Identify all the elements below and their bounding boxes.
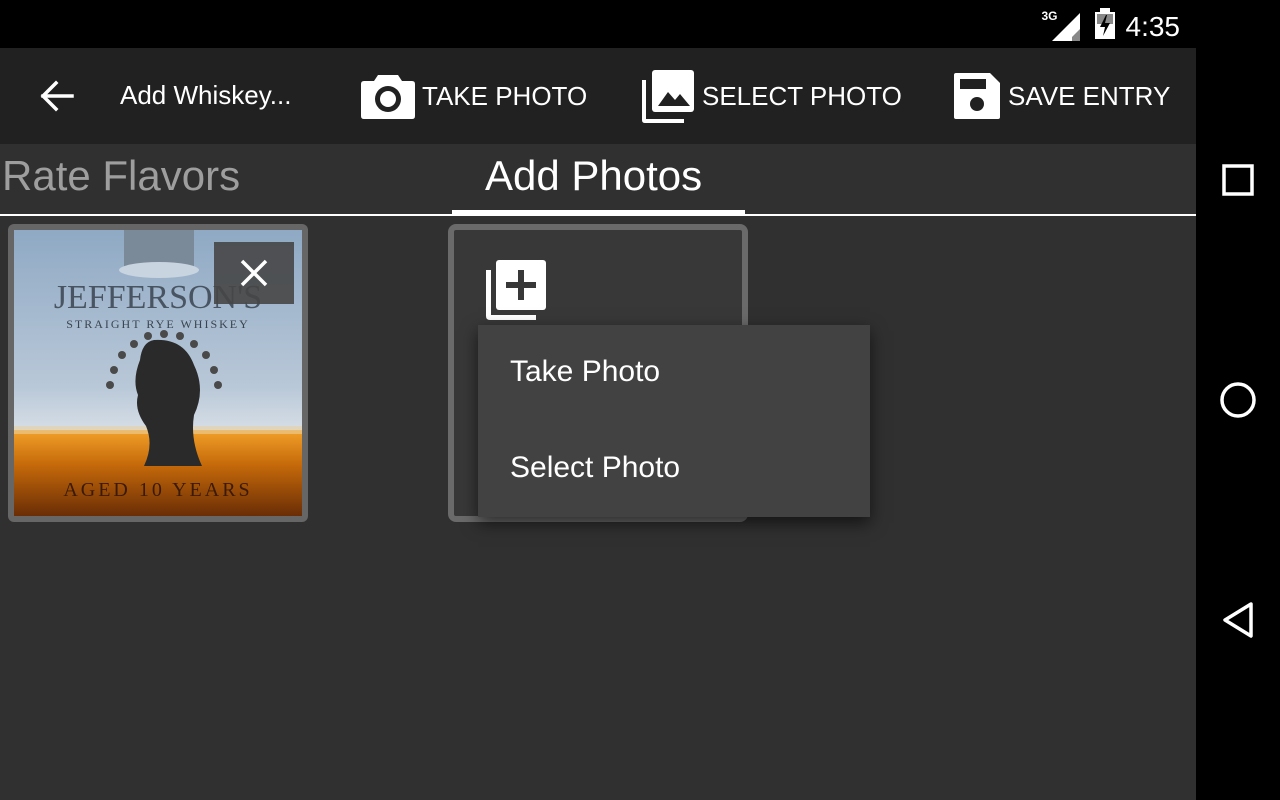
- back-nav-button[interactable]: [1216, 598, 1260, 642]
- circle-icon: [1220, 382, 1256, 418]
- toolbar: Add Whiskey... TAKE PHOTO SELECT PHOTO S…: [0, 48, 1196, 144]
- save-entry-label: SAVE ENTRY: [1008, 80, 1171, 111]
- take-photo-button[interactable]: TAKE PHOTO: [360, 68, 587, 124]
- photo-card[interactable]: JEFFERSON'S STRAIGHT RYE WHISKEY AGED 10…: [8, 224, 308, 522]
- close-icon: [240, 259, 268, 287]
- bottle-subtitle: STRAIGHT RYE WHISKEY: [66, 317, 250, 331]
- clock: 4:35: [1125, 10, 1181, 42]
- tab-indicator: [452, 210, 745, 216]
- home-button[interactable]: [1216, 378, 1260, 422]
- save-entry-button[interactable]: SAVE ENTRY: [952, 68, 1170, 124]
- tab-add-photos[interactable]: Add Photos: [485, 152, 702, 200]
- square-icon: [1222, 164, 1254, 196]
- arrow-back-icon: [40, 80, 74, 112]
- app-content: Add Whiskey... TAKE PHOTO SELECT PHOTO S…: [0, 48, 1196, 800]
- remove-photo-button[interactable]: [214, 242, 294, 304]
- select-photo-button[interactable]: SELECT PHOTO: [640, 68, 902, 124]
- app-title: Add Whiskey...: [120, 80, 292, 110]
- bottle-age: AGED 10 YEARS: [63, 479, 252, 501]
- signal-icon: 3G: [1042, 9, 1084, 43]
- photo-source-menu: Take Photo Select Photo: [478, 325, 870, 517]
- battery-icon: [1094, 8, 1116, 45]
- triangle-back-icon: [1223, 602, 1253, 638]
- select-photo-label: SELECT PHOTO: [702, 80, 902, 111]
- take-photo-label: TAKE PHOTO: [422, 80, 588, 111]
- status-icons: 3G 4:35: [1042, 8, 1181, 45]
- add-to-photos-icon: [486, 260, 546, 320]
- network-type: 3G: [1041, 8, 1058, 23]
- recents-button[interactable]: [1216, 158, 1260, 202]
- menu-item-select-photo[interactable]: Select Photo: [510, 451, 680, 485]
- camera-icon: [361, 75, 415, 119]
- back-button[interactable]: [34, 74, 78, 118]
- menu-item-take-photo[interactable]: Take Photo: [510, 355, 660, 389]
- save-icon: [954, 73, 1000, 119]
- status-bar: 3G 4:35: [0, 0, 1196, 48]
- navigation-bar: [1196, 0, 1280, 800]
- tab-rate-flavors[interactable]: Rate Flavors: [2, 152, 240, 200]
- tab-bar: Rate Flavors Add Photos: [0, 144, 1196, 216]
- photo-library-icon: [642, 70, 694, 123]
